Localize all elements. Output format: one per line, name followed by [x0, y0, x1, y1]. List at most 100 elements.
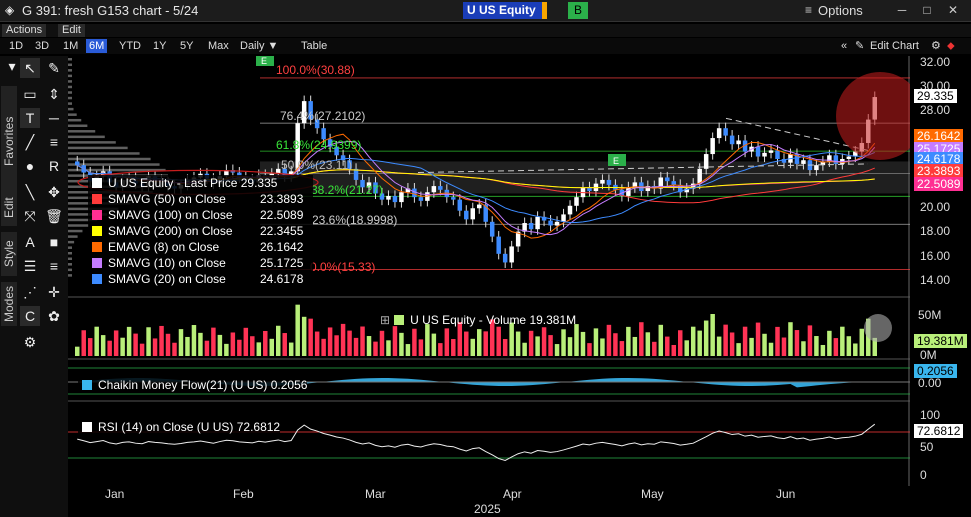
font-icon[interactable]: A [20, 232, 40, 252]
horizontal-line-icon[interactable]: ─ [44, 108, 64, 128]
volume-bar [399, 332, 404, 356]
collapse-arrow-icon[interactable]: ▾ [2, 56, 22, 76]
fib-level-label: 38.2%(21.27) [311, 183, 384, 197]
price-tag: 26.1642 [914, 129, 964, 143]
candle [470, 208, 475, 220]
range-1d[interactable]: 1D [6, 39, 26, 53]
interval-select[interactable]: Daily ▼ [237, 39, 281, 53]
edit-chart-icon[interactable]: ✎ [852, 39, 867, 53]
maximize-icon[interactable]: □ [918, 2, 936, 19]
pen-icon[interactable]: ✎ [44, 58, 64, 78]
magnet-icon[interactable]: C [20, 306, 40, 326]
measure-icon[interactable]: ⇕ [44, 84, 64, 104]
range-1m[interactable]: 1M [60, 39, 81, 53]
menu-edit[interactable]: Edit [58, 24, 85, 37]
tab-edit[interactable]: Edit [1, 190, 17, 226]
volume-bar [276, 325, 281, 356]
volume-profile-bar [68, 102, 72, 105]
volume-profile-bar [68, 240, 75, 244]
candle [418, 197, 424, 201]
edit-chart-button[interactable]: Edit Chart [867, 39, 922, 53]
minimize-icon[interactable]: ─ [893, 2, 911, 19]
volume-bar [263, 330, 268, 356]
range-ytd[interactable]: YTD [116, 39, 144, 53]
volume-bar [133, 333, 138, 356]
settings-icon[interactable]: ⚙ [928, 39, 944, 53]
volume-profile-bar [68, 113, 77, 116]
collapse-icon[interactable]: « [838, 39, 850, 53]
options-button[interactable]: Options [818, 3, 863, 18]
gear-icon[interactable]: ⚙ [20, 332, 40, 352]
year-label: 2025 [474, 502, 501, 516]
brush-icon[interactable]: ╲ [20, 182, 40, 202]
volume-bar [120, 337, 125, 356]
volume-bar [483, 331, 488, 356]
volume-bar [75, 346, 80, 356]
volume-bar [801, 341, 806, 356]
candle [457, 199, 463, 211]
volume-bar [716, 336, 722, 356]
range-5y[interactable]: 5Y [177, 39, 196, 53]
tab-favorites[interactable]: Favorites [1, 86, 17, 196]
candle [671, 181, 676, 185]
tab-style[interactable]: Style [1, 232, 17, 276]
trash-icon[interactable]: 🗑 [44, 206, 64, 226]
ticker-input[interactable]: U US Equity [463, 2, 547, 19]
volume-swatch [394, 315, 405, 325]
legend-swatch [92, 242, 102, 252]
menu-icon[interactable]: ≡ [805, 3, 812, 17]
candle [665, 177, 670, 182]
interval-label: Daily [240, 40, 265, 52]
volume-bar [444, 328, 450, 356]
price-axis-label: 14.00 [920, 272, 951, 287]
volume-profile-bar [68, 263, 72, 266]
rsi-axis-100: 100 [920, 408, 941, 422]
candle [762, 152, 767, 157]
fill-icon[interactable]: ■ [44, 232, 64, 252]
crosshair-icon[interactable]: ✛ [44, 282, 64, 302]
palette-icon[interactable]: ✿ [44, 306, 64, 326]
cmf-value: 0.2056 [270, 378, 308, 392]
range-3d[interactable]: 3D [32, 39, 52, 53]
volume-profile-bar [68, 96, 72, 100]
volume-profile-bar [68, 91, 72, 94]
rectangle-icon[interactable]: ▭ [20, 84, 40, 104]
fib-level-label: 61.8%(24.9399) [276, 138, 362, 152]
close-icon[interactable]: ✕ [944, 2, 962, 19]
tab-modes[interactable]: Modes [1, 282, 17, 326]
volume-profile-bar [68, 229, 83, 233]
volume-profile-bar [68, 141, 116, 144]
b-button[interactable]: B [568, 2, 588, 19]
move-icon[interactable]: ✥ [44, 182, 64, 202]
menu-actions[interactable]: Actions [2, 24, 47, 37]
fibonacci-icon[interactable]: ≡ [44, 132, 64, 152]
line-style-icon[interactable]: ≡ [44, 256, 64, 276]
range-6m[interactable]: 6M [86, 39, 108, 53]
circle-icon[interactable]: ● [20, 156, 40, 176]
table-button[interactable]: Table [298, 39, 330, 53]
dotted-line-icon[interactable]: ⋰ [20, 282, 40, 302]
range-max[interactable]: Max [205, 39, 232, 53]
line-width-icon[interactable]: ☰ [20, 256, 40, 276]
volume-bar [697, 330, 702, 356]
fib-level-label: 50.0%(23.11) [281, 158, 353, 172]
cursor-icon[interactable]: ↖ [20, 58, 40, 78]
price-tag: 29.335 [914, 89, 957, 103]
r-icon[interactable]: R [44, 156, 64, 176]
volume-bar [814, 336, 819, 356]
trendline-icon[interactable]: ╱ [20, 132, 40, 152]
volume-bar [224, 343, 229, 356]
delete-select-icon[interactable]: ⤧ [20, 206, 40, 226]
pin-icon[interactable]: ⬥ [944, 39, 958, 53]
volume-bar [742, 326, 748, 356]
price-legend: U US Equity - Last Price 29.335 SMAVG (5… [88, 175, 313, 287]
earnings-marker-label: E [613, 156, 619, 166]
volume-bar [295, 304, 300, 356]
volume-bar [282, 333, 287, 356]
volume-bar [412, 328, 417, 356]
volume-bar [243, 327, 249, 356]
text-icon[interactable]: T [20, 108, 40, 128]
range-1y[interactable]: 1Y [150, 39, 169, 53]
expand-icon[interactable]: ⊞ [380, 313, 390, 327]
volume-legend: ⊞ U US Equity - Volume 19.381M [380, 312, 576, 328]
